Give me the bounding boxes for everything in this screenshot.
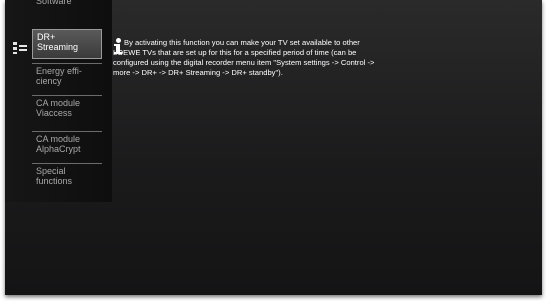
menu-item-software[interactable]: Software xyxy=(32,0,102,8)
menu-item-ca-module-viaccess[interactable]: CA module Viaccess xyxy=(32,95,102,127)
tv-screen: Software DR+ Streaming Energy effi- cien… xyxy=(5,0,542,295)
tv-frame: Software DR+ Streaming Energy effi- cien… xyxy=(0,0,547,302)
menu-item-dr-streaming[interactable]: DR+ Streaming xyxy=(32,29,102,59)
info-text: By activating this function you can make… xyxy=(113,38,375,77)
menu-item-special-functions[interactable]: Special functions xyxy=(32,163,102,195)
info-box: By activating this function you can make… xyxy=(113,38,375,78)
info-icon xyxy=(113,38,123,54)
menu-item-energy-efficiency[interactable]: Energy effi- ciency xyxy=(32,63,102,95)
menu-item-ca-module-alphacrypt[interactable]: CA module AlphaCrypt xyxy=(32,131,102,163)
menu-settings-icon xyxy=(13,42,27,54)
settings-menu-panel: Software DR+ Streaming Energy effi- cien… xyxy=(5,0,112,202)
